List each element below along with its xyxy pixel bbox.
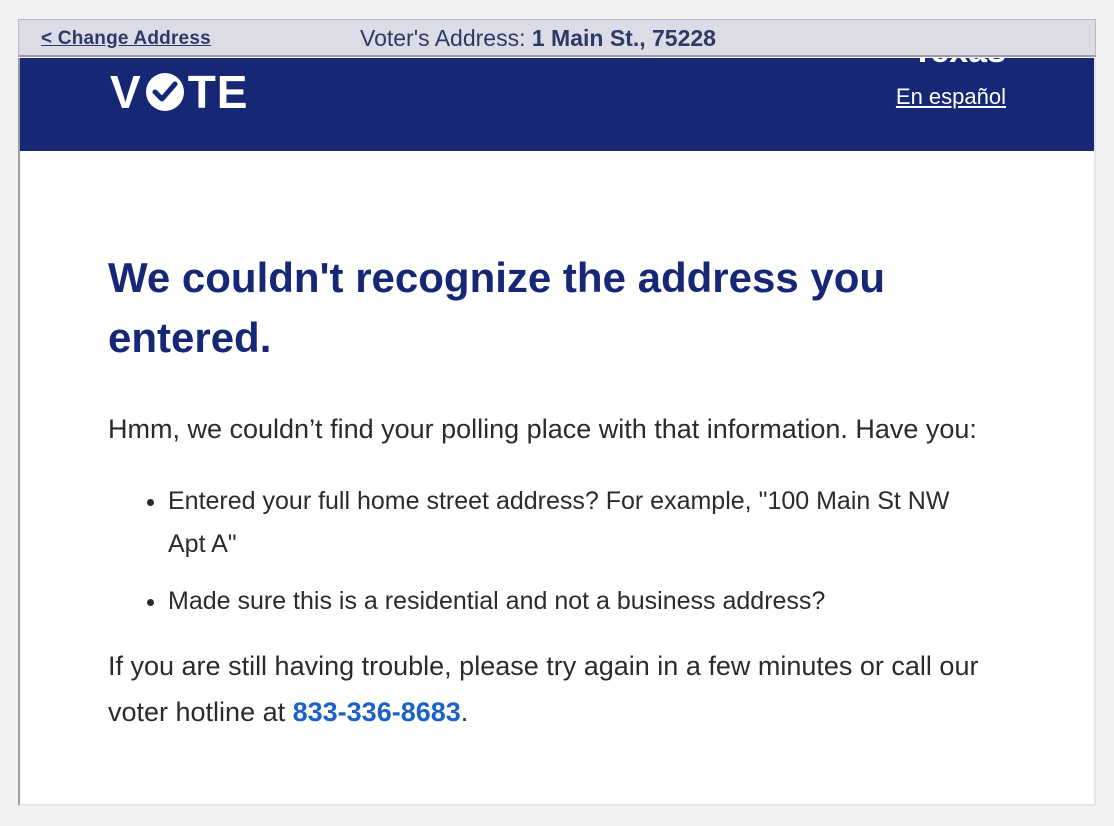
suggestion-list: Entered your full home street address? F…	[108, 480, 988, 623]
state-name: Texas	[912, 58, 1006, 71]
spanish-language-link[interactable]: En español	[896, 84, 1006, 110]
intro-text: Hmm, we couldn’t find your polling place…	[108, 414, 977, 444]
help-text: If you are still having trouble, please …	[108, 643, 988, 735]
logo-text-right: TE	[187, 66, 249, 118]
vote-logo[interactable]: V TE	[110, 66, 248, 118]
main-content: We couldn't recognize the address you en…	[108, 248, 988, 735]
site-header: V TE Texas En español	[20, 58, 1094, 151]
check-circle-icon	[145, 73, 184, 111]
list-item: Entered your full home street address? F…	[168, 480, 988, 566]
page-title: We couldn't recognize the address you en…	[108, 254, 886, 361]
help-text-body: If you are still having trouble, please …	[108, 651, 979, 727]
help-text-end: .	[460, 697, 469, 727]
address-bar: < Change Address Voter's Address: 1 Main…	[18, 19, 1096, 57]
change-address-link[interactable]: < Change Address	[41, 28, 211, 50]
voter-address-label: Voter's Address:	[360, 25, 532, 51]
page-frame: V TE Texas En español We couldn't recogn…	[18, 58, 1096, 806]
logo-text-left: V	[110, 66, 142, 118]
voter-address-value: 1 Main St., 75228	[531, 25, 716, 51]
list-item: Made sure this is a residential and not …	[168, 580, 988, 623]
hotline-phone-link[interactable]: 833-336-8683	[293, 697, 461, 727]
voter-address: Voter's Address: 1 Main St., 75228	[360, 25, 716, 52]
